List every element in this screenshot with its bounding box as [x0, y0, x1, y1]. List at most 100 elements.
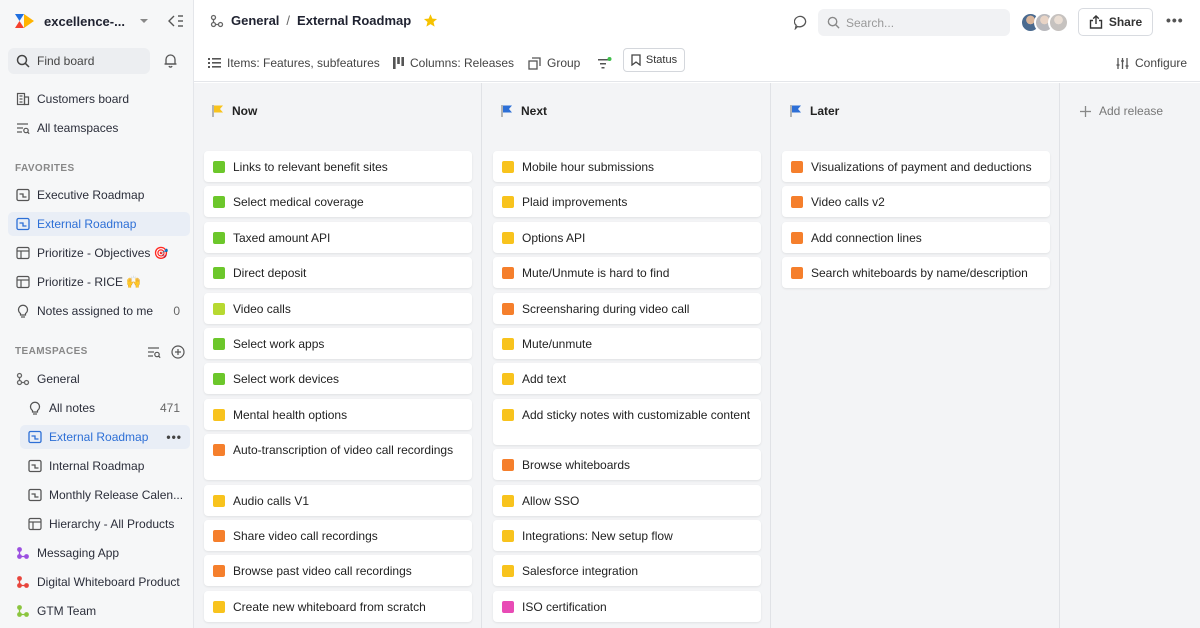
feature-card[interactable]: Mute/unmute	[493, 328, 761, 359]
column-header[interactable]: Now	[194, 83, 482, 139]
feature-card[interactable]: Taxed amount API	[204, 221, 472, 253]
feature-card[interactable]: Audio calls V1	[204, 484, 472, 516]
sidebar-item-fav-notes-assigned-to-me[interactable]: Notes assigned to me 0	[8, 299, 190, 323]
sidebar-item-ts-digital-whiteboard-product[interactable]: Digital Whiteboard Product	[8, 570, 190, 594]
status-button[interactable]: Status	[623, 48, 685, 72]
empty-release-column	[1061, 83, 1200, 628]
feature-card[interactable]: Video calls v2	[782, 186, 1050, 218]
sidebar-item-fav-executive-roadmap[interactable]: Executive Roadmap	[8, 183, 190, 207]
feature-card[interactable]: Mobile hour submissions	[493, 151, 761, 182]
feature-card[interactable]: Select medical coverage	[204, 186, 472, 218]
feature-card[interactable]: Add text	[493, 363, 761, 395]
feature-card[interactable]: Select work apps	[204, 328, 472, 359]
bell-icon[interactable]	[163, 53, 178, 68]
columns-button[interactable]: Columns: Releases	[393, 53, 514, 73]
group-button[interactable]: Group	[528, 53, 580, 73]
search-input[interactable]	[846, 15, 996, 30]
configure-button[interactable]: Configure	[1116, 53, 1187, 73]
feature-card[interactable]: Search whiteboards by name/description	[782, 257, 1050, 289]
sidebar-item-ts-all-notes[interactable]: All notes 471	[20, 396, 190, 420]
items-filter-button[interactable]: Items: Features, subfeatures	[208, 53, 380, 73]
sidebar-item-customers-board[interactable]: Customers board	[8, 87, 190, 111]
feature-card[interactable]: Direct deposit	[204, 257, 472, 289]
sidebar-item-ts-hierarchy-all-products[interactable]: Hierarchy - All Products	[20, 512, 190, 536]
configure-label: Configure	[1135, 56, 1188, 70]
feature-card[interactable]: ISO certification	[493, 590, 761, 622]
sidebar-item-ts-external-roadmap[interactable]: External Roadmap •••	[20, 425, 190, 449]
sidebar-item-fav-external-roadmap[interactable]: External Roadmap	[8, 212, 190, 236]
sidebar-item-ts-monthly-release-calen[interactable]: Monthly Release Calen...	[20, 483, 190, 507]
sidebar-item-ts-general[interactable]: General	[8, 367, 190, 391]
lightbulb-icon	[28, 401, 42, 415]
feature-card-label: Video calls	[233, 301, 291, 316]
table-icon	[16, 275, 30, 289]
feature-card[interactable]: Options API	[493, 221, 761, 253]
status-color-swatch	[502, 161, 514, 173]
feature-card[interactable]: Screensharing during video call	[493, 292, 761, 324]
share-button[interactable]: Share	[1078, 8, 1153, 36]
columns-label: Columns: Releases	[410, 56, 515, 70]
feature-card[interactable]: Browse whiteboards	[493, 449, 761, 481]
column-header[interactable]: Later	[772, 83, 1060, 139]
status-color-swatch	[502, 565, 514, 578]
avatar[interactable]	[1048, 12, 1069, 33]
sidebar-item-fav-prioritize-rice[interactable]: Prioritize - RICE 🙌	[8, 270, 190, 294]
roadmap-icon	[28, 430, 42, 444]
status-color-swatch	[213, 302, 225, 315]
sidebar-item-label: Prioritize - RICE 🙌	[37, 275, 142, 289]
feature-card-label: Screensharing during video call	[522, 301, 690, 316]
breadcrumb-parent[interactable]: General	[231, 13, 279, 28]
more-options-icon[interactable]: •••	[166, 430, 182, 444]
column-header[interactable]: Next	[483, 83, 771, 139]
feature-card[interactable]: Integrations: New setup flow	[493, 520, 761, 551]
roadmap-board: Add release Now Links to relevant benefit…	[194, 83, 1200, 628]
feature-card[interactable]: Allow SSO	[493, 484, 761, 516]
feature-card[interactable]: Browse past video call recordings	[204, 555, 472, 587]
status-color-swatch	[213, 408, 225, 421]
feature-card-label: Allow SSO	[522, 493, 580, 508]
roadmap-icon	[16, 188, 30, 202]
table-icon	[28, 517, 42, 531]
collapse-sidebar-icon[interactable]	[168, 14, 184, 28]
more-options-icon[interactable]: •••	[1166, 12, 1184, 28]
feature-card[interactable]: Video calls	[204, 292, 472, 324]
teamspaces-list-icon[interactable]	[147, 345, 161, 359]
list-icon	[208, 57, 221, 69]
add-release-button[interactable]: Add release	[1080, 104, 1163, 118]
search-box[interactable]	[818, 9, 1010, 36]
star-icon[interactable]	[423, 13, 438, 28]
status-color-swatch	[213, 161, 225, 173]
feature-card[interactable]: Select work devices	[204, 363, 472, 395]
feature-card-label: Visualizations of payment and deductions	[811, 160, 1032, 174]
sidebar-item-ts-internal-roadmap[interactable]: Internal Roadmap	[20, 454, 190, 478]
feature-card-label: Select work apps	[233, 337, 325, 351]
column-title: Now	[232, 104, 258, 118]
feature-card[interactable]: Salesforce integration	[493, 555, 761, 587]
add-circle-icon[interactable]	[171, 345, 185, 359]
sidebar-item-ts-gtm-team[interactable]: GTM Team	[8, 599, 190, 623]
feature-card-label: ISO certification	[522, 599, 607, 614]
feature-card[interactable]: Add sticky notes with customizable conte…	[493, 398, 761, 445]
feature-card[interactable]: Plaid improvements	[493, 186, 761, 218]
feature-card-label: Add sticky notes with customizable conte…	[522, 407, 751, 422]
sidebar-item-fav-prioritize-objectives[interactable]: Prioritize - Objectives 🎯	[8, 241, 190, 265]
filter-button[interactable]	[598, 53, 612, 73]
status-color-swatch	[502, 530, 514, 542]
comment-icon[interactable]	[794, 15, 809, 30]
feature-card[interactable]: Create new whiteboard from scratch	[204, 590, 472, 622]
feature-card-label: Mute/Unmute is hard to find	[522, 266, 670, 281]
feature-card[interactable]: Auto-transcription of video call recordi…	[204, 434, 472, 481]
workspace-switcher[interactable]: excellence-...	[14, 10, 184, 32]
sidebar-item-ts-messaging-app[interactable]: Messaging App	[8, 541, 190, 565]
collaborator-avatars[interactable]	[1020, 12, 1069, 33]
feature-card[interactable]: Add connection lines	[782, 221, 1050, 253]
feature-card[interactable]: Visualizations of payment and deductions	[782, 151, 1050, 182]
feature-card[interactable]: Share video call recordings	[204, 520, 472, 551]
feature-card[interactable]: Mute/Unmute is hard to find	[493, 257, 761, 289]
sidebar-item-all-teamspaces[interactable]: All teamspaces	[8, 116, 190, 140]
feature-card[interactable]: Mental health options	[204, 398, 472, 430]
columns-icon	[393, 57, 404, 69]
sidebar-item-label: Prioritize - Objectives 🎯	[37, 246, 169, 260]
find-board-button[interactable]: Find board	[8, 48, 150, 74]
feature-card[interactable]: Links to relevant benefit sites	[204, 151, 472, 182]
